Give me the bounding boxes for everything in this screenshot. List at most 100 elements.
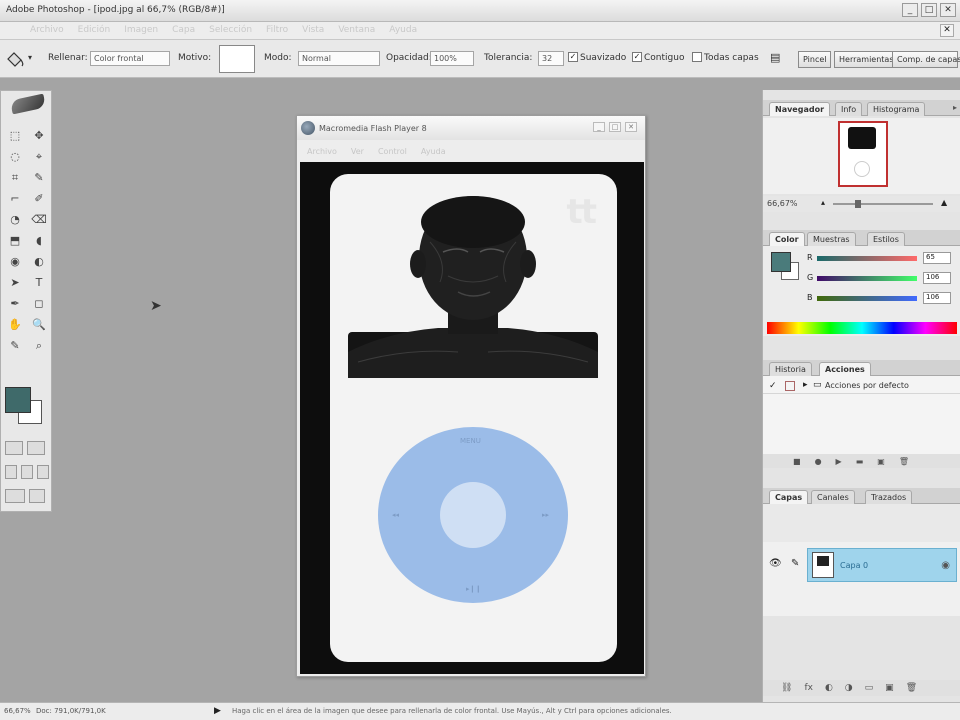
doc-menu-file[interactable]: Archivo: [307, 147, 337, 156]
tab-color[interactable]: Color: [769, 232, 805, 246]
new-group-icon[interactable]: ▭: [865, 683, 874, 693]
close-button[interactable]: ✕: [940, 3, 956, 17]
paint-bucket-icon[interactable]: [4, 49, 26, 69]
screen-mode-full-button[interactable]: [37, 465, 49, 479]
close-document-button[interactable]: ✕: [940, 24, 954, 37]
screen-mode-standard-button[interactable]: [5, 465, 17, 479]
all-layers-checkbox[interactable]: [692, 52, 702, 62]
crop-tool-icon[interactable]: ⌗: [5, 169, 25, 186]
new-set-icon[interactable]: ▬: [856, 457, 864, 466]
navigator-preview[interactable]: [838, 121, 888, 187]
shape-tool-icon[interactable]: ◻: [29, 295, 49, 312]
stop-action-icon[interactable]: ■: [793, 457, 801, 466]
menu-select[interactable]: Selección: [209, 25, 252, 35]
dodge-tool-icon[interactable]: ◐: [29, 253, 49, 270]
feather-logo-icon[interactable]: [9, 93, 47, 115]
delete-layer-icon[interactable]: 🗑: [906, 683, 917, 693]
maximize-button[interactable]: □: [921, 3, 937, 17]
navigator-zoom-value[interactable]: 66,67%: [767, 199, 798, 208]
record-action-icon[interactable]: ●: [815, 457, 822, 466]
hand-tool-icon[interactable]: ✋: [5, 316, 25, 333]
foreground-color-swatch[interactable]: [5, 387, 31, 413]
notes-tool-icon[interactable]: ✎: [5, 337, 25, 354]
mode-select[interactable]: Normal: [298, 51, 380, 66]
link-layers-icon[interactable]: ⛓: [781, 683, 792, 693]
lasso-tool-icon[interactable]: ◌: [5, 148, 25, 165]
action-set-row[interactable]: ✓ ▸ ▭ Acciones por defecto: [763, 378, 960, 394]
antialias-checkbox[interactable]: ✓: [568, 52, 578, 62]
expand-triangle-icon[interactable]: ▸: [803, 380, 808, 390]
tab-layers[interactable]: Capas: [769, 490, 809, 504]
layer-visibility-eye-icon[interactable]: 👁: [769, 558, 782, 569]
tab-channels[interactable]: Canales: [811, 490, 855, 504]
green-slider[interactable]: [817, 276, 917, 281]
action-dialog-toggle-icon[interactable]: [785, 381, 795, 391]
path-selection-tool-icon[interactable]: ➤: [5, 274, 25, 291]
menu-file[interactable]: Archivo: [30, 25, 64, 35]
doc-menu-control[interactable]: Control: [378, 147, 407, 156]
brush-tool-icon[interactable]: ✐: [29, 190, 49, 207]
pen-tool-icon[interactable]: ✒: [5, 295, 25, 312]
healing-brush-tool-icon[interactable]: ⌐: [5, 190, 25, 207]
new-action-icon[interactable]: ▣: [877, 457, 885, 466]
zoom-out-icon[interactable]: ▴: [821, 198, 825, 207]
layer-style-fx-icon[interactable]: fx: [804, 683, 813, 693]
tool-dropdown-icon[interactable]: ▾: [28, 53, 32, 62]
screen-mode-full-menu-button[interactable]: [21, 465, 33, 479]
blur-tool-icon[interactable]: ◉: [5, 253, 25, 270]
menu-help[interactable]: Ayuda: [389, 25, 417, 35]
doc-menu-help[interactable]: Ayuda: [421, 147, 446, 156]
palette-well-icon[interactable]: ▤: [770, 51, 780, 64]
clone-stamp-tool-icon[interactable]: ◔: [5, 211, 25, 228]
play-action-icon[interactable]: ▶: [836, 457, 842, 466]
layer-style-icon[interactable]: ◉: [941, 560, 950, 571]
pattern-picker[interactable]: [219, 45, 255, 73]
doc-menu-view[interactable]: Ver: [351, 147, 364, 156]
document-window[interactable]: Macromedia Flash Player 8 _ □ ✕ Archivo …: [296, 115, 646, 677]
brush-palette-button[interactable]: Pincel: [798, 51, 832, 68]
magic-wand-tool-icon[interactable]: ⌖: [29, 148, 49, 165]
quick-mask-button[interactable]: [27, 441, 45, 455]
selected-layer[interactable]: Capa 0 ◉: [807, 548, 957, 582]
menu-image[interactable]: Imagen: [124, 25, 158, 35]
color-foreground-swatch[interactable]: [771, 252, 791, 272]
layer-comps-button[interactable]: Comp. de capas: [892, 51, 960, 68]
tab-history[interactable]: Historia: [769, 362, 812, 376]
layer-name[interactable]: Capa 0: [840, 561, 868, 570]
jump-to-imageready-button[interactable]: [5, 489, 25, 503]
tab-paths[interactable]: Trazados: [865, 490, 913, 504]
slice-tool-icon[interactable]: ✎: [29, 169, 49, 186]
move-tool-icon[interactable]: ✥: [29, 127, 49, 144]
paint-bucket-tool-icon[interactable]: ◖: [29, 232, 49, 249]
opacity-input[interactable]: 100%: [430, 51, 474, 66]
minimize-button[interactable]: _: [902, 3, 918, 17]
type-tool-icon[interactable]: T: [29, 274, 49, 291]
status-zoom[interactable]: 66,67%: [4, 707, 31, 715]
edit-in-imageready-icon[interactable]: [29, 489, 45, 503]
contiguous-checkbox[interactable]: ✓: [632, 52, 642, 62]
status-menu-arrow-icon[interactable]: ▶: [214, 706, 221, 716]
tab-histogram[interactable]: Histograma: [867, 102, 926, 116]
tab-swatches[interactable]: Muestras: [807, 232, 856, 246]
color-spectrum-bar[interactable]: [767, 322, 957, 334]
zoom-in-icon[interactable]: ▲: [941, 198, 947, 207]
navigator-menu-icon[interactable]: ▸: [953, 103, 957, 112]
tools-palette-button[interactable]: Herramientas: [834, 51, 899, 68]
image-canvas[interactable]: tt MENU ◂◂ ▸▸ ▸❙❙: [300, 162, 644, 674]
eraser-tool-icon[interactable]: ⬒: [5, 232, 25, 249]
fill-select[interactable]: Color frontal: [90, 51, 170, 66]
doc-minimize-button[interactable]: _: [593, 122, 605, 132]
tab-actions[interactable]: Acciones: [819, 362, 871, 376]
delete-action-icon[interactable]: 🗑: [899, 457, 909, 466]
zoom-tool-icon[interactable]: 🔍: [29, 316, 49, 333]
new-layer-icon[interactable]: ▣: [885, 683, 894, 693]
tab-navigator[interactable]: Navegador: [769, 102, 831, 116]
layer-row[interactable]: 👁 ✎ Capa 0 ◉: [763, 548, 960, 582]
blue-value-input[interactable]: 106: [923, 292, 951, 304]
menu-view[interactable]: Vista: [302, 25, 324, 35]
adjustment-layer-icon[interactable]: ◑: [845, 683, 853, 693]
doc-close-button[interactable]: ✕: [625, 122, 637, 132]
menu-edit[interactable]: Edición: [78, 25, 111, 35]
layer-mask-icon[interactable]: ◐: [825, 683, 833, 693]
tab-styles[interactable]: Estilos: [867, 232, 905, 246]
